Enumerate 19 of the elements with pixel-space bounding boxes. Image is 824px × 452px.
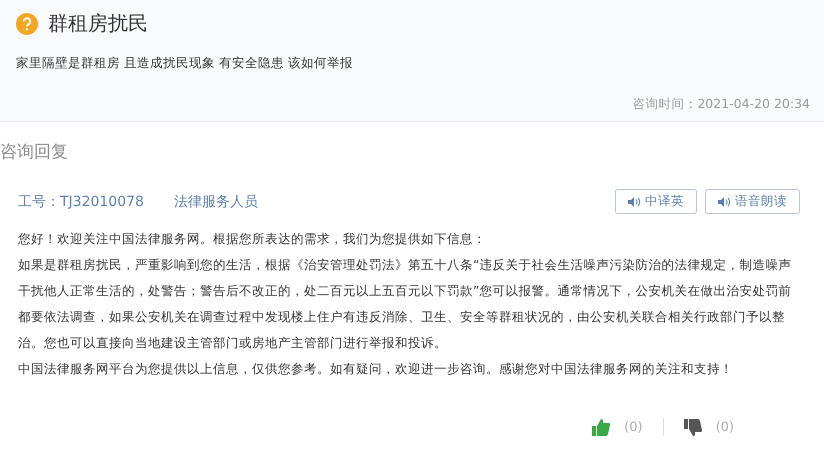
question-icon xyxy=(16,12,38,34)
action-button[interactable]: 中译英 xyxy=(615,189,697,214)
reply-paragraph: 您好！欢迎关注中国法律服务网。根据您所表达的需求，我们为您提供如下信息： xyxy=(18,230,487,248)
consult-time: 2021-04-20 20:34 xyxy=(697,96,810,113)
staff-role: 法律服务人员 xyxy=(174,192,258,210)
reply-paragraph: 如果是群租房扰民，严重影响到您的生活，根据《治安管理处罚法》第五十八条“违反关于社会生活噪声污染防治的法律规定，制造噪声干扰他人正常生活的，处警告；警告后不改正的，处二百元以上五百元以下罚款”您可以报警。通常情况下，公安机关在做出治安处罚前都要依法调查，如果公安机关在调查过程中发现楼上住户有违反消除、卫生、安全等群租状况的，由公安机关联合相关行政部门予以整治。您也可以直接向当地建设主管部门或房地产主管部门进行举报和投诉。 xyxy=(18,256,792,352)
dislike-count: (0) xyxy=(716,420,734,434)
staff-id: 工号：TJ32010078 xyxy=(18,192,144,210)
question-title: 群租房扰民 xyxy=(48,10,148,37)
like-count: (0) xyxy=(624,420,643,434)
thumbs-down-icon[interactable] xyxy=(684,418,702,436)
section-heading: 咨询回复 xyxy=(0,141,69,163)
question-text: 家里隔壁是群租房 且造成扰民现象 有安全隐患 该如何举报 xyxy=(16,55,354,72)
speaker-icon xyxy=(628,196,640,206)
time-label: 咨询时间： xyxy=(632,96,698,113)
action-button[interactable]: 语音朗读 xyxy=(705,189,800,214)
speaker-icon xyxy=(718,196,730,206)
thumbs-up-icon[interactable] xyxy=(592,418,610,436)
reply-paragraph: 中国法律服务网平台为您提供以上信息，仅供您参考。如有疑问，欢迎进一步咨询。感谢您对中国法律服务网的关注和支持！ xyxy=(18,360,734,378)
